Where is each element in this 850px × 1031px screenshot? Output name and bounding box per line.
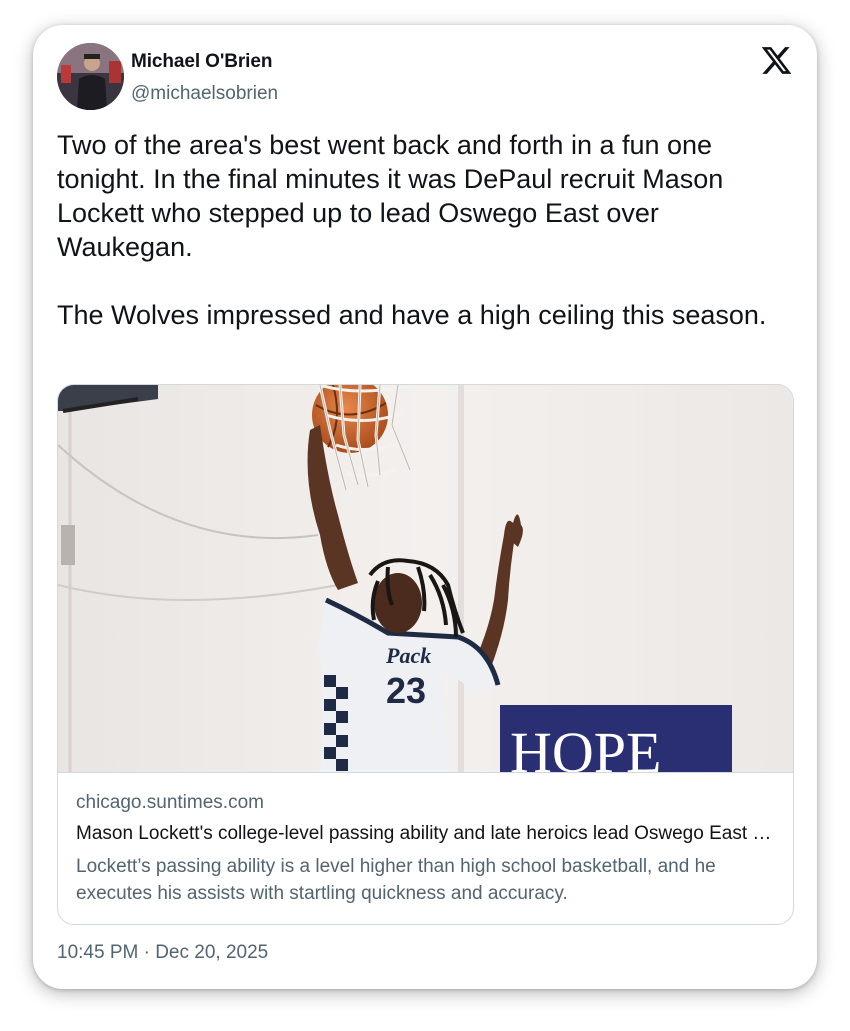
author-display-name[interactable]: Michael O'Brien <box>131 51 272 73</box>
tweet-timestamp[interactable]: 10:45 PM · Dec 20, 2025 <box>57 942 268 964</box>
link-preview-meta[interactable]: chicago.suntimes.com Mason Lockett's col… <box>58 772 793 924</box>
author-handle[interactable]: @michaelsobrien <box>131 83 278 105</box>
avatar[interactable] <box>57 43 124 110</box>
link-title[interactable]: Mason Lockett's college-level passing ab… <box>76 823 776 845</box>
link-preview-card[interactable]: Pack 23 HOPE chicago.suntimes.com Mason … <box>57 384 794 925</box>
jersey-number: 23 <box>386 670 426 711</box>
banner: HOPE <box>500 705 732 785</box>
x-logo-icon[interactable] <box>760 44 793 77</box>
link-description: Lockett’s passing ability is a level hig… <box>76 856 716 904</box>
link-preview-image[interactable]: Pack 23 HOPE <box>58 385 793 785</box>
tweet-card: Michael O'Brien @michaelsobrien Two of t… <box>33 25 817 989</box>
jersey-script: Pack <box>385 643 431 668</box>
link-domain[interactable]: chicago.suntimes.com <box>76 792 264 814</box>
tweet-text: Two of the area's best went back and for… <box>57 130 767 330</box>
banner-text: HOPE <box>510 720 661 772</box>
